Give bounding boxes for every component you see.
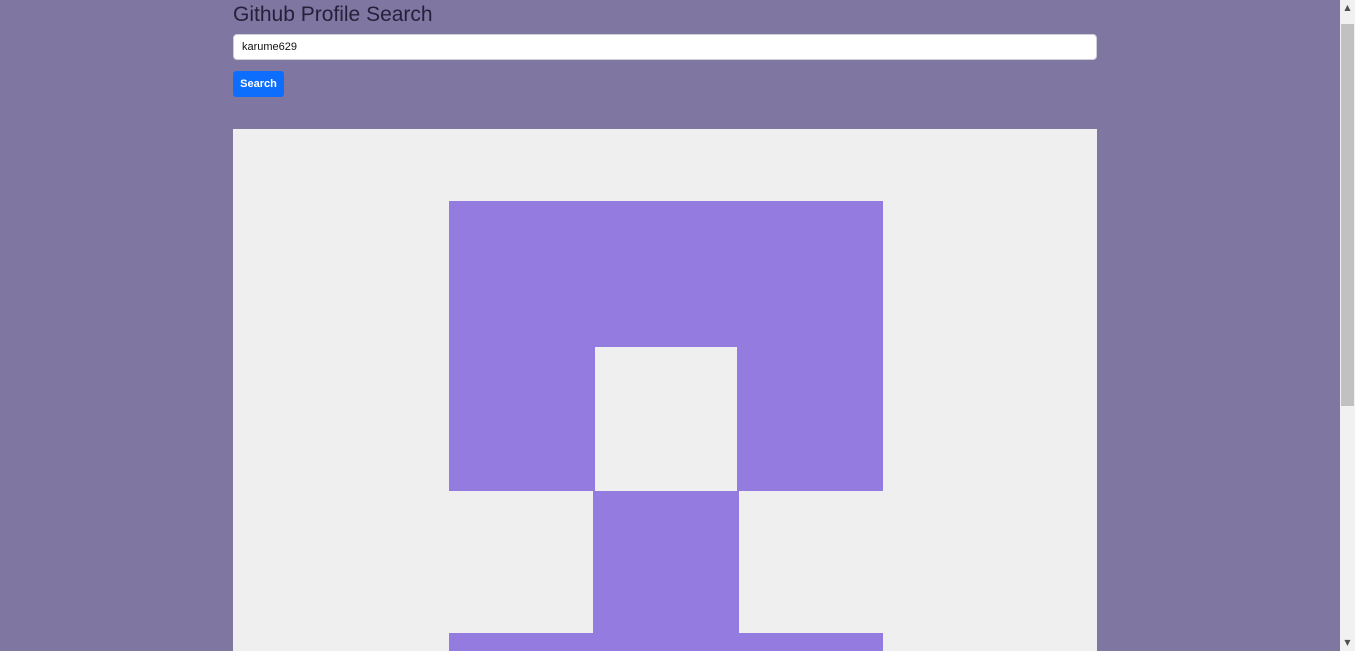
search-button[interactable]: Search (233, 71, 284, 97)
scrollbar-thumb[interactable] (1341, 24, 1354, 406)
avatar-block-bottom (449, 633, 883, 651)
vertical-scrollbar[interactable]: ▲ ▼ (1340, 0, 1355, 651)
avatar-block-middle (593, 491, 739, 635)
page-title: Github Profile Search (233, 3, 433, 26)
avatar-block-hole (595, 347, 737, 491)
scroll-up-icon[interactable]: ▲ (1340, 0, 1355, 16)
username-search-input[interactable] (233, 34, 1097, 60)
profile-avatar (233, 129, 1097, 651)
page: Github Profile Search Search (0, 0, 1340, 651)
scroll-down-icon[interactable]: ▼ (1340, 635, 1355, 651)
